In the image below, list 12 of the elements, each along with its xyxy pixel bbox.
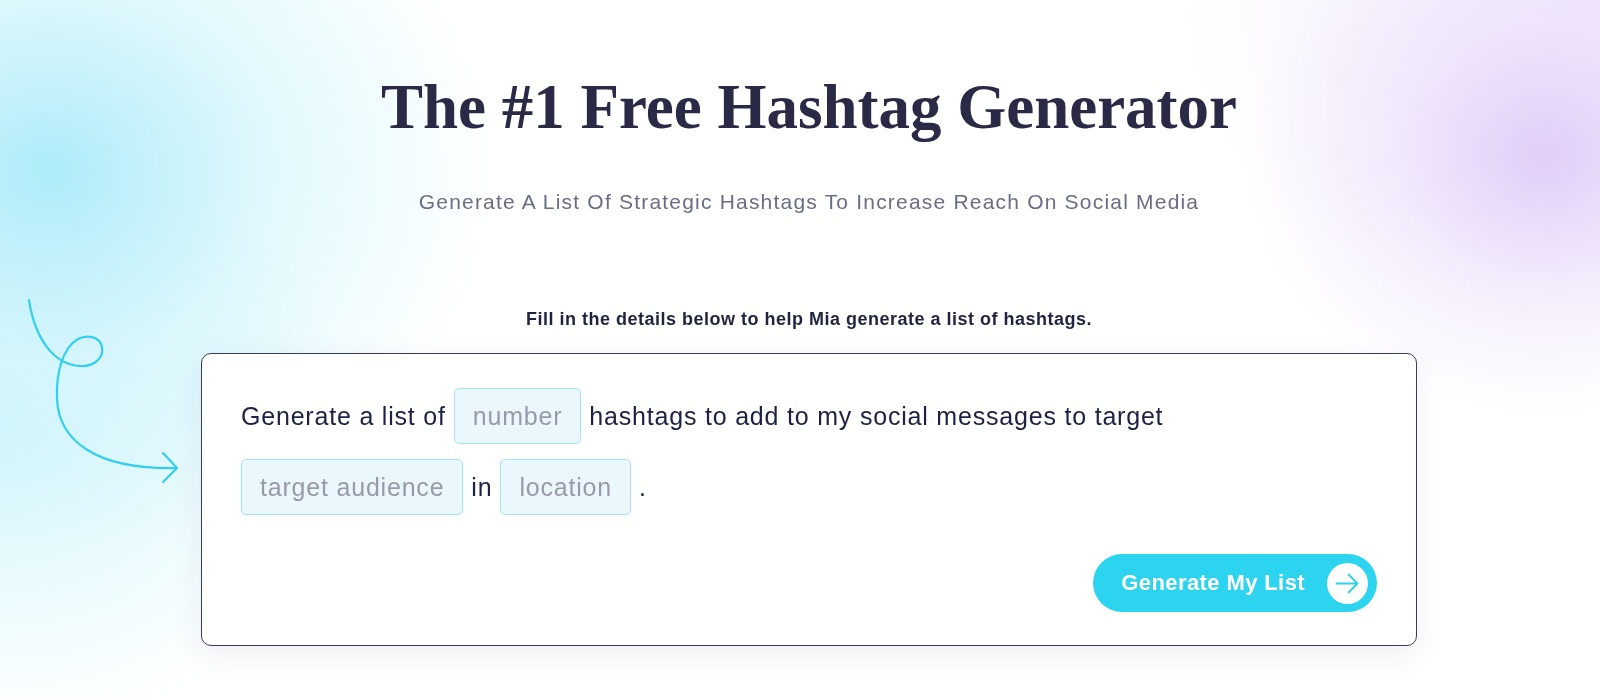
page-title: The #1 Free Hashtag Generator	[380, 71, 1238, 144]
generate-button[interactable]: Generate My List	[1093, 554, 1377, 612]
prompt-text: in	[471, 472, 493, 502]
page-subtitle: Generate A List Of Strategic Hashtags To Increase Reach On Social Media	[418, 189, 1200, 214]
instruction-text: Fill in the details below to help Mia generate a list of hashtags.	[525, 309, 1093, 330]
arrow-right-icon	[1327, 562, 1368, 604]
input-field[interactable]: target audience	[241, 459, 464, 515]
prompt-text: .	[639, 472, 647, 502]
input-field[interactable]: location	[500, 459, 631, 515]
prompt-text: hashtags to add to my social messages to target	[589, 401, 1164, 431]
prompt-text: Generate a list of	[241, 401, 446, 431]
input-field[interactable]: number	[453, 388, 582, 444]
